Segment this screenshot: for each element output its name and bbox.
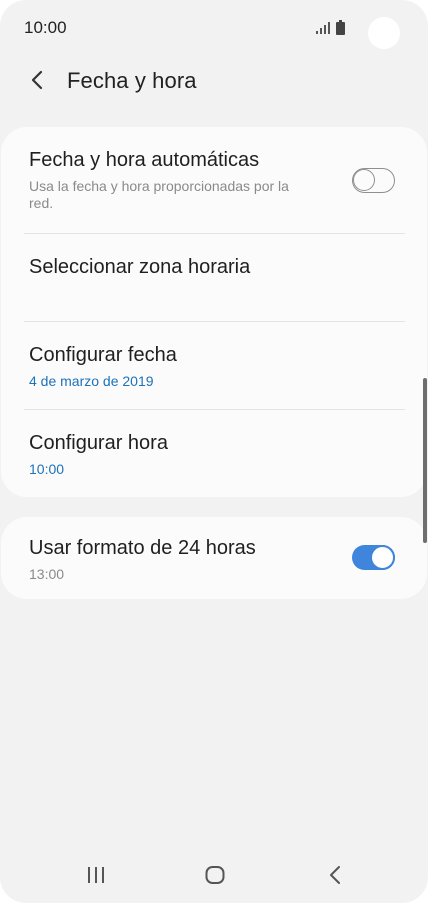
timezone-row[interactable]: Seleccionar zona horaria [1, 234, 427, 321]
page-title: Fecha y hora [67, 68, 197, 93]
phone-screen: 10:00 Fecha y hora Fecha y hora automáti… [0, 0, 428, 903]
signal-icon [316, 22, 330, 34]
set-date-title: Configurar fecha [29, 344, 177, 366]
battery-icon [336, 20, 345, 35]
toggle-knob [370, 545, 395, 570]
auto-datetime-subtitle-line2: red. [29, 195, 54, 211]
timezone-title: Seleccionar zona horaria [29, 256, 251, 278]
format-24h-title: Usar formato de 24 horas [29, 537, 256, 559]
status-time: 10:00 [24, 18, 67, 37]
format-24h-row[interactable]: Usar formato de 24 horas 13:00 [1, 517, 427, 599]
status-bar: 10:00 [0, 0, 428, 56]
navigation-bar [0, 850, 428, 900]
format-24h-subtitle: 13:00 [29, 566, 65, 582]
auto-datetime-title: Fecha y hora automáticas [29, 149, 260, 171]
auto-datetime-subtitle-line1: Usa la fecha y hora proporcionadas por l… [29, 178, 289, 194]
chevron-left-icon[interactable] [26, 68, 48, 92]
camera-cutout-icon [368, 17, 400, 49]
nav-back-icon[interactable] [328, 865, 342, 885]
set-time-value: 10:00 [29, 461, 65, 477]
auto-datetime-row[interactable]: Fecha y hora automáticas Usa la fecha y … [1, 127, 427, 233]
format-24h-toggle[interactable] [352, 545, 395, 570]
set-time-row[interactable]: Configurar hora 10:00 [1, 410, 427, 497]
header: Fecha y hora [0, 56, 428, 106]
format-settings-card: Usar formato de 24 horas 13:00 [1, 517, 427, 599]
datetime-settings-card: Fecha y hora automáticas Usa la fecha y … [1, 127, 427, 497]
recents-icon[interactable] [86, 866, 106, 884]
toggle-knob [353, 169, 375, 191]
auto-datetime-toggle[interactable] [352, 168, 395, 193]
set-date-value: 4 de marzo de 2019 [29, 373, 154, 389]
set-time-title: Configurar hora [29, 432, 168, 454]
scrollbar[interactable] [423, 378, 427, 543]
home-icon[interactable] [205, 865, 225, 885]
set-date-row[interactable]: Configurar fecha 4 de marzo de 2019 [1, 322, 427, 409]
